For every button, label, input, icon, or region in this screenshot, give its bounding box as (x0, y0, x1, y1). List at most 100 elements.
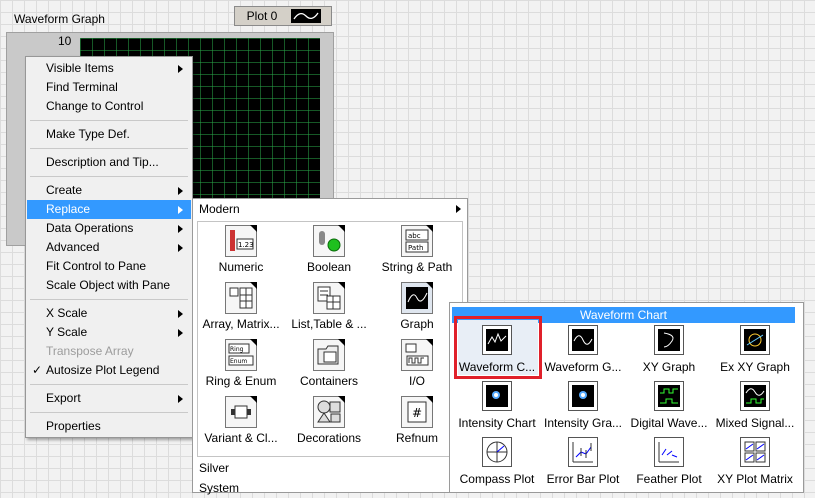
palette-item-digital-waveform[interactable]: Digital Wave... (626, 378, 712, 434)
palette-item-ring-enum[interactable]: Ring Enum Ring & Enum (198, 336, 284, 393)
menu-item-label: Properties (46, 419, 101, 433)
palette-item-label: Numeric (218, 260, 264, 274)
menu-item-label: Replace (46, 202, 91, 216)
palette-item-label: Decorations (296, 431, 362, 445)
palette-item-array-matrix[interactable]: Array, Matrix... (198, 279, 284, 336)
palette-item-label: Intensity Gra... (543, 416, 623, 430)
waveform-graph-icon (568, 325, 598, 355)
menu-item-visible-items[interactable]: Visible Items (27, 59, 191, 78)
palette-item-label: Digital Wave... (630, 416, 708, 430)
xy-plot-matrix-icon (740, 437, 770, 467)
waveform-chart-icon (482, 325, 512, 355)
palette-item-decorations[interactable]: Decorations (286, 393, 372, 450)
palette-item-label: Compass Plot (459, 472, 535, 486)
menu-item-change-to-control[interactable]: Change to Control (27, 97, 191, 116)
menu-item-scale-object-with-pane[interactable]: Scale Object with Pane (27, 276, 191, 295)
menu-item-fit-control-to-pane[interactable]: Fit Control to Pane (27, 257, 191, 276)
menu-separator (30, 412, 188, 413)
variant-class-icon (225, 396, 257, 428)
menu-item-label: Fit Control to Pane (46, 259, 147, 273)
ring-icon-text: Ring (230, 346, 244, 353)
path-icon-text: Path (408, 244, 423, 252)
palette-item-io[interactable]: I/O (374, 336, 460, 393)
boolean-icon (313, 225, 345, 257)
palette-item-intensity-chart[interactable]: Intensity Chart (454, 378, 540, 434)
palette-item-containers[interactable]: Containers (286, 336, 372, 393)
palette-item-string-path[interactable]: abc Path String & Path (374, 222, 460, 279)
menu-separator (30, 120, 188, 121)
menu-item-properties[interactable]: Properties (27, 417, 191, 436)
enum-icon-text: Enum (230, 358, 247, 365)
palette-item-label: XY Graph (642, 360, 696, 374)
palette-item-label: Containers (299, 374, 359, 388)
menu-item-create[interactable]: Create (27, 181, 191, 200)
palette-item-waveform-chart[interactable]: Waveform C... (454, 322, 540, 378)
string-icon-text: abc (408, 232, 421, 240)
palette-item-feather-plot[interactable]: Feather Plot (626, 434, 712, 490)
submenu-arrow-icon (178, 244, 183, 252)
submenu-arrow-icon (456, 205, 461, 213)
palette-item-label: Error Bar Plot (546, 472, 620, 486)
refnum-icon: # (401, 396, 433, 428)
submenu-arrow-icon (178, 329, 183, 337)
menu-separator (30, 148, 188, 149)
refnum-icon-text: # (412, 406, 422, 420)
palette-category-silver[interactable]: Silver (193, 458, 467, 478)
palette-grid: 1.23 Numeric Boolean abc Path String & Pa… (197, 221, 463, 457)
palette-item-list-table[interactable]: List,Table & ... (286, 279, 372, 336)
menu-item-label: X Scale (46, 306, 88, 320)
palette-item-ex-xy-graph[interactable]: Ex XY Graph (712, 322, 798, 378)
numeric-icon-text: 1.23 (238, 241, 254, 249)
menu-item-autosize-plot-legend[interactable]: ✓ Autosize Plot Legend (27, 361, 191, 380)
menu-item-replace[interactable]: Replace (27, 200, 191, 219)
menu-item-export[interactable]: Export (27, 389, 191, 408)
digital-waveform-icon (654, 381, 684, 411)
palette-item-label: Mixed Signal... (715, 416, 795, 430)
menu-item-data-operations[interactable]: Data Operations (27, 219, 191, 238)
palette-item-xy-graph[interactable]: XY Graph (626, 322, 712, 378)
palette-item-graph[interactable]: Graph (374, 279, 460, 336)
palette-item-mixed-signal[interactable]: Mixed Signal... (712, 378, 798, 434)
menu-item-label: Visible Items (46, 61, 114, 75)
palette-item-compass-plot[interactable]: Compass Plot (454, 434, 540, 490)
menu-item-x-scale[interactable]: X Scale (27, 304, 191, 323)
submenu-arrow-icon (178, 225, 183, 233)
palette-category-label: Modern (199, 202, 240, 216)
menu-item-y-scale[interactable]: Y Scale (27, 323, 191, 342)
palette-item-xy-plot-matrix[interactable]: XY Plot Matrix (712, 434, 798, 490)
palette-item-label: XY Plot Matrix (717, 472, 793, 486)
menu-item-label: Autosize Plot Legend (46, 363, 160, 377)
palette-item-label: I/O (408, 374, 425, 388)
y-axis-tick-top: 10 (58, 34, 72, 48)
numeric-icon: 1.23 (225, 225, 257, 257)
menu-item-find-terminal[interactable]: Find Terminal (27, 78, 191, 97)
plot-legend[interactable]: Plot 0 (234, 6, 332, 26)
mixed-signal-icon (740, 381, 770, 411)
decorations-icon (313, 396, 345, 428)
palette-item-label: Boolean (306, 260, 352, 274)
containers-icon (313, 339, 345, 371)
menu-item-label: Data Operations (46, 221, 134, 235)
context-menu: Visible Items Find Terminal Change to Co… (25, 56, 193, 438)
palette-category-system[interactable]: System (193, 478, 467, 498)
menu-item-make-type-def[interactable]: Make Type Def. (27, 125, 191, 144)
menu-item-label: Make Type Def. (46, 127, 130, 141)
palette-item-label: Graph (400, 317, 434, 331)
palette-category-modern[interactable]: Modern (193, 199, 467, 219)
palette-item-label: Waveform C... (458, 360, 536, 374)
palette-item-numeric[interactable]: 1.23 Numeric (198, 222, 284, 279)
palette-item-variant-class[interactable]: Variant & Cl... (198, 393, 284, 450)
ring-enum-icon: Ring Enum (225, 339, 257, 371)
palette-item-boolean[interactable]: Boolean (286, 222, 372, 279)
palette-item-waveform-graph[interactable]: Waveform G... (540, 322, 626, 378)
palette-item-label: Array, Matrix... (202, 317, 280, 331)
palette-item-error-bar-plot[interactable]: Error Bar Plot (540, 434, 626, 490)
palette-item-refnum[interactable]: # Refnum (374, 393, 460, 450)
palette-item-label: Feather Plot (636, 472, 702, 486)
menu-separator (30, 176, 188, 177)
menu-item-advanced[interactable]: Advanced (27, 238, 191, 257)
palette-item-intensity-graph[interactable]: Intensity Gra... (540, 378, 626, 434)
menu-item-label: Advanced (46, 240, 100, 254)
menu-item-description-and-tip[interactable]: Description and Tip... (27, 153, 191, 172)
xy-graph-icon (654, 325, 684, 355)
